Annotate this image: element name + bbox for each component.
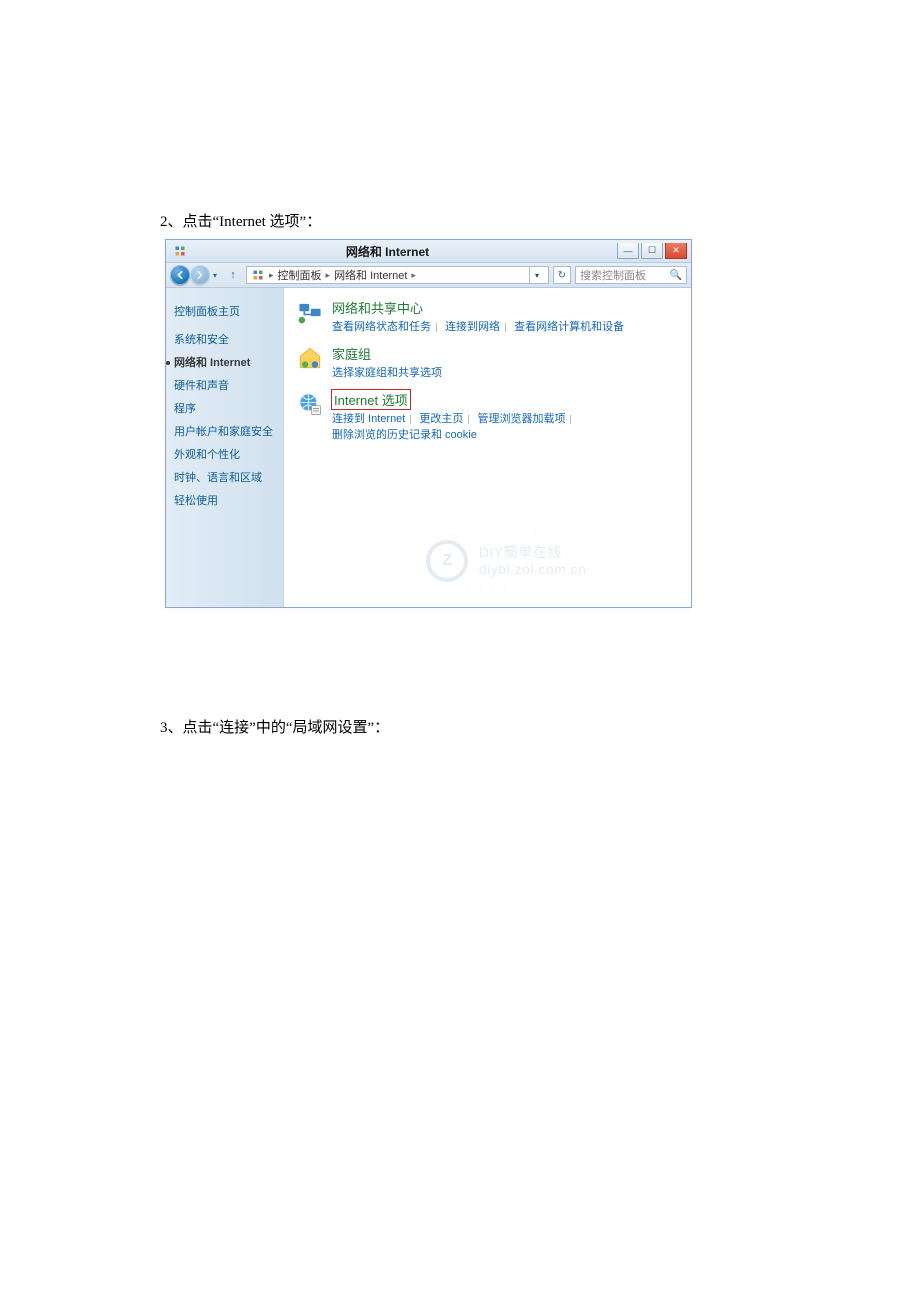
sublink-connect-internet[interactable]: 连接到 Internet [332, 410, 405, 426]
step-2-text: 2、点击“Internet 选项”： [160, 210, 920, 231]
sidebar-item-ease[interactable]: 轻松使用 [174, 490, 275, 510]
sublink-view-status[interactable]: 查看网络状态和任务 [332, 318, 431, 334]
minimize-button[interactable]: — [617, 243, 639, 259]
refresh-button[interactable]: ↻ [553, 266, 571, 284]
titlebar: 网络和 Internet — ☐ ✕ [166, 240, 691, 263]
current-bullet-icon [166, 361, 170, 365]
category-homegroup: 家庭组 选择家庭组和共享选项 [296, 344, 679, 380]
nav-history-dropdown[interactable]: ▾ [210, 266, 220, 284]
search-icon: 🔍 [670, 270, 682, 281]
search-input[interactable]: 搜索控制面板 🔍 [575, 266, 687, 284]
watermark-logo-icon: Z [426, 540, 468, 582]
breadcrumb-box[interactable]: ▸ 控制面板 ▸ 网络和 Internet ▸ ▾ [246, 266, 549, 284]
back-button[interactable] [170, 265, 190, 285]
internet-options-icon [296, 390, 324, 418]
watermark-line2: diybl.zol.com.cn [479, 561, 587, 578]
breadcrumb-sep: ▸ [269, 270, 274, 281]
category-title-homegroup[interactable]: 家庭组 [332, 344, 371, 363]
category-title-internet-options[interactable]: Internet 选项 [332, 390, 410, 409]
sidebar-item-hardware[interactable]: 硬件和声音 [174, 375, 275, 395]
breadcrumb-sep: ▸ [411, 270, 416, 281]
maximize-button[interactable]: ☐ [641, 243, 663, 259]
category-internet-options: Internet 选项 连接到 Internet 更改主页 管理浏览器加载项 删… [296, 390, 679, 442]
network-sharing-icon [296, 298, 324, 326]
window-title: 网络和 Internet [158, 243, 617, 260]
category-title-network-sharing[interactable]: 网络和共享中心 [332, 298, 423, 317]
close-button[interactable]: ✕ [665, 243, 687, 259]
sidebar-item-users[interactable]: 用户帐户和家庭安全 [174, 421, 275, 441]
sublink-connect-network[interactable]: 连接到网络 [445, 318, 500, 334]
step-3-text: 3、点击“连接”中的“局域网设置”： [160, 716, 920, 737]
forward-button[interactable] [190, 265, 210, 285]
window-body: 控制面板主页 系统和安全 网络和 Internet 硬件和声音 程序 用户帐户和… [166, 288, 691, 607]
content-area: 网络和共享中心 查看网络状态和任务 连接到网络 查看网络计算机和设备 [284, 288, 691, 607]
sidebar: 控制面板主页 系统和安全 网络和 Internet 硬件和声音 程序 用户帐户和… [166, 288, 284, 607]
up-button[interactable]: ↑ [226, 268, 240, 282]
category-network-sharing: 网络和共享中心 查看网络状态和任务 连接到网络 查看网络计算机和设备 [296, 298, 679, 334]
breadcrumb-part-2[interactable]: 网络和 Internet [334, 267, 407, 283]
sublink-view-devices[interactable]: 查看网络计算机和设备 [514, 318, 624, 334]
sidebar-item-clock[interactable]: 时钟、语言和区域 [174, 467, 275, 487]
sublink-change-home[interactable]: 更改主页 [419, 410, 463, 426]
watermark: · · · · · · · · · · · · · · · · · · · · … [352, 529, 661, 593]
window-controls: — ☐ ✕ [617, 243, 687, 259]
breadcrumb-icon [251, 268, 265, 282]
sidebar-item-system[interactable]: 系统和安全 [174, 329, 275, 349]
address-bar: ▾ ↑ ▸ 控制面板 ▸ 网络和 Internet ▸ ▾ ↻ 搜索控制面板 🔍 [166, 263, 691, 288]
sublink-delete-history[interactable]: 删除浏览的历史记录和 cookie [332, 426, 477, 442]
watermark-line1: DIY簡単在线 [479, 544, 587, 561]
address-dropdown[interactable]: ▾ [529, 267, 544, 283]
sidebar-item-network[interactable]: 网络和 Internet [174, 352, 275, 372]
sidebar-item-appearance[interactable]: 外观和个性化 [174, 444, 275, 464]
sublink-homegroup-options[interactable]: 选择家庭组和共享选项 [332, 364, 442, 380]
sublink-manage-addons[interactable]: 管理浏览器加载项 [477, 410, 565, 426]
breadcrumb-sep: ▸ [326, 270, 331, 281]
sidebar-item-programs[interactable]: 程序 [174, 398, 275, 418]
control-panel-window: 网络和 Internet — ☐ ✕ ▾ ↑ [165, 239, 692, 608]
sidebar-home[interactable]: 控制面板主页 [174, 301, 275, 321]
homegroup-icon [296, 344, 324, 372]
breadcrumb-part-1[interactable]: 控制面板 [278, 267, 322, 283]
search-placeholder: 搜索控制面板 [580, 267, 646, 283]
